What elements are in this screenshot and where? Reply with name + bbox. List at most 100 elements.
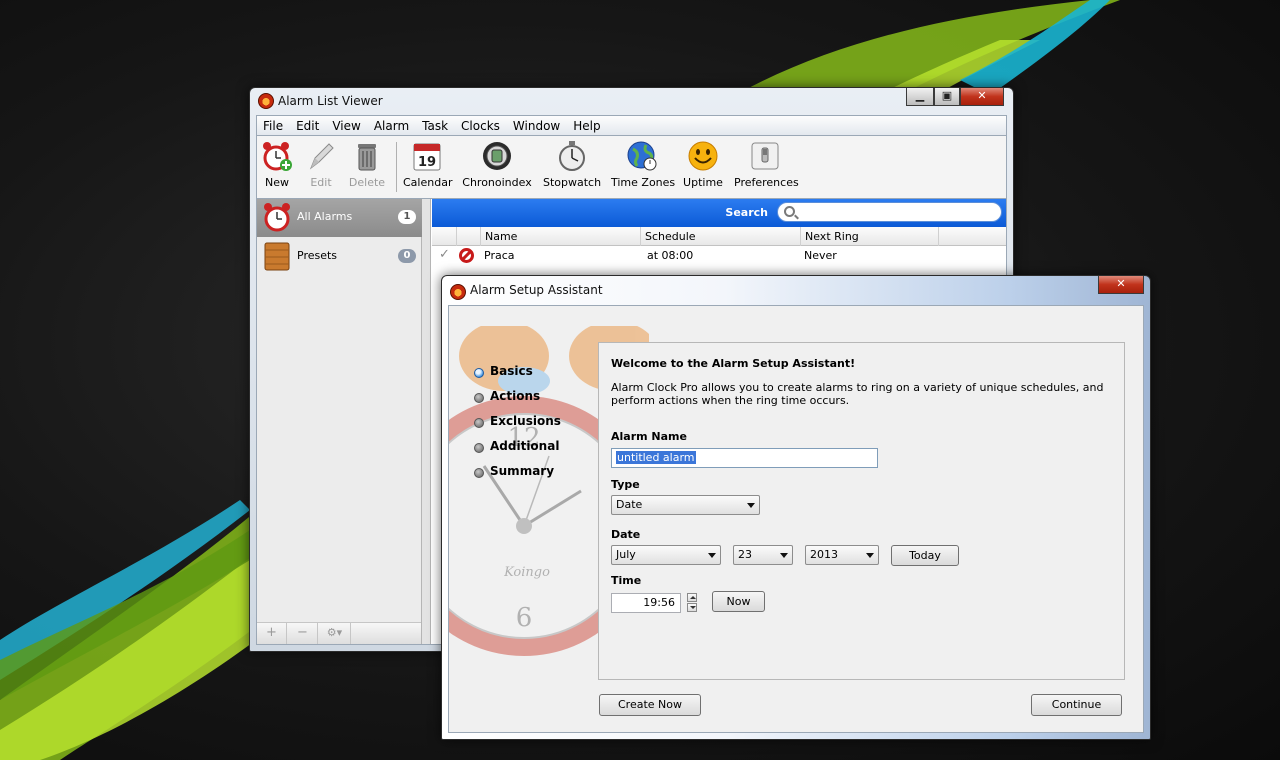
source-list: All Alarms 1 Presets 0 + − ⚙▾ <box>257 199 422 644</box>
welcome-description: Alarm Clock Pro allows you to create ala… <box>611 381 1104 407</box>
time-zones-button[interactable]: Time Zones <box>611 140 675 189</box>
close-button[interactable]: ✕ <box>960 88 1004 106</box>
menu-task[interactable]: Task <box>422 119 448 133</box>
new-alarm-button[interactable]: New <box>261 140 293 189</box>
year-select[interactable]: 2013 <box>805 545 879 565</box>
switch-panel-icon <box>749 140 781 172</box>
day-select[interactable]: 23 <box>733 545 793 565</box>
remove-source-button[interactable]: − <box>288 623 318 644</box>
trash-can-icon <box>351 140 383 172</box>
type-label: Type <box>611 478 640 491</box>
alarm-clock-icon <box>264 203 290 232</box>
alarm-next-ring-cell: Never <box>804 249 837 262</box>
chevron-down-icon <box>708 553 716 558</box>
stopwatch-button[interactable]: Stopwatch <box>543 140 601 189</box>
globe-clock-icon <box>626 140 658 172</box>
column-name[interactable]: Name <box>480 227 640 246</box>
box-icon <box>264 242 290 271</box>
column-schedule[interactable]: Schedule <box>640 227 800 246</box>
calendar-icon: 19 <box>411 140 443 172</box>
sidebar-splitter[interactable] <box>422 199 431 644</box>
create-now-button[interactable]: Create Now <box>599 694 701 716</box>
table-header: Name Schedule Next Ring <box>432 227 1006 246</box>
calendar-button[interactable]: 19 Calendar <box>403 140 453 189</box>
delete-alarm-button[interactable]: Delete <box>347 140 387 189</box>
source-item-presets[interactable]: Presets 0 <box>257 238 422 276</box>
search-label: Search <box>725 206 768 219</box>
search-field[interactable] <box>777 202 1002 222</box>
month-select[interactable]: July <box>611 545 721 565</box>
new-label: New <box>265 176 289 189</box>
gear-menu-button[interactable]: ⚙▾ <box>319 623 351 644</box>
minimize-button[interactable]: ▁ <box>906 88 934 106</box>
search-input[interactable] <box>802 205 992 219</box>
year-select-value: 2013 <box>810 548 838 561</box>
type-select-value: Date <box>616 498 643 511</box>
step-exclusions-label: Exclusions <box>490 414 561 428</box>
column-enabled[interactable] <box>432 227 456 246</box>
all-alarms-count-badge: 1 <box>398 210 416 224</box>
main-titlebar[interactable]: Alarm List Viewer ▁ ▣ ✕ <box>250 88 1013 116</box>
smiley-icon <box>687 140 719 172</box>
column-filler <box>938 227 1008 246</box>
stopwatch-icon <box>556 140 588 172</box>
calendar-label: Calendar <box>403 176 453 189</box>
chronoindex-button[interactable]: Chronoindex <box>462 140 532 189</box>
menu-file[interactable]: File <box>263 119 283 133</box>
alarm-name-input[interactable]: untitled alarm <box>611 448 878 468</box>
toolbar: New Edit Delete 19 Calendar Chronoindex <box>256 136 1007 198</box>
uptime-button[interactable]: Uptime <box>682 140 724 189</box>
assistant-titlebar[interactable]: Alarm Setup Assistant ✕ <box>442 276 1150 304</box>
edit-label: Edit <box>310 176 332 189</box>
table-row[interactable]: ✓ Praca at 08:00 Never <box>432 246 1006 266</box>
source-list-footer: + − ⚙▾ <box>257 622 421 644</box>
today-button[interactable]: Today <box>891 545 959 566</box>
menu-alarm[interactable]: Alarm <box>374 119 409 133</box>
arrow-down-icon <box>690 606 696 609</box>
presets-count-badge: 0 <box>398 249 416 263</box>
menu-help[interactable]: Help <box>573 119 600 133</box>
menu-clocks[interactable]: Clocks <box>461 119 500 133</box>
edit-alarm-button[interactable]: Edit <box>305 140 337 189</box>
time-decrement-button[interactable] <box>687 603 697 612</box>
alarm-setup-assistant-window[interactable]: Alarm Setup Assistant ✕ 12 6 Koingo Basi… <box>441 275 1151 740</box>
maximize-button[interactable]: ▣ <box>934 88 960 106</box>
time-input[interactable]: 19:56 <box>611 593 681 613</box>
welcome-title: Welcome to the Alarm Setup Assistant! <box>611 357 856 370</box>
delete-label: Delete <box>348 176 386 189</box>
month-select-value: July <box>616 548 636 561</box>
presets-label: Presets <box>297 249 338 262</box>
search-icon <box>784 206 795 217</box>
step-bullet-icon <box>474 443 484 453</box>
now-button[interactable]: Now <box>712 591 765 612</box>
menu-view[interactable]: View <box>332 119 360 133</box>
alarm-schedule-cell: at 08:00 <box>647 249 694 262</box>
assistant-close-button[interactable]: ✕ <box>1098 276 1144 294</box>
add-source-button[interactable]: + <box>257 623 287 644</box>
preferences-button[interactable]: Preferences <box>734 140 799 189</box>
date-label: Date <box>611 528 641 541</box>
source-item-all-alarms[interactable]: All Alarms 1 <box>257 199 422 237</box>
main-window-title: Alarm List Viewer <box>278 94 383 108</box>
menu-edit[interactable]: Edit <box>296 119 319 133</box>
menu-bar: File Edit View Alarm Task Clocks Window … <box>256 115 1007 136</box>
clock-brand-text: Koingo <box>503 565 550 580</box>
clock-numeral-6: 6 <box>516 603 533 633</box>
step-actions-label: Actions <box>490 389 541 403</box>
time-label: Time <box>611 574 642 587</box>
continue-button[interactable]: Continue <box>1031 694 1122 716</box>
preferences-label: Preferences <box>734 176 799 189</box>
step-bullet-icon <box>474 418 484 428</box>
column-next-ring[interactable]: Next Ring <box>800 227 938 246</box>
type-select[interactable]: Date <box>611 495 760 515</box>
arrow-up-icon <box>690 596 696 599</box>
step-bullet-icon <box>474 393 484 403</box>
time-increment-button[interactable] <box>687 593 697 602</box>
column-status[interactable] <box>456 227 480 246</box>
menu-window[interactable]: Window <box>513 119 560 133</box>
enabled-checkmark-icon[interactable]: ✓ <box>439 247 450 262</box>
alarm-name-selected-text: untitled alarm <box>616 451 696 464</box>
assistant-body: 12 6 Koingo Basics Actions Exclusions Ad… <box>448 305 1144 733</box>
calendar-day-text: 19 <box>418 155 436 170</box>
disabled-status-icon <box>459 248 474 263</box>
